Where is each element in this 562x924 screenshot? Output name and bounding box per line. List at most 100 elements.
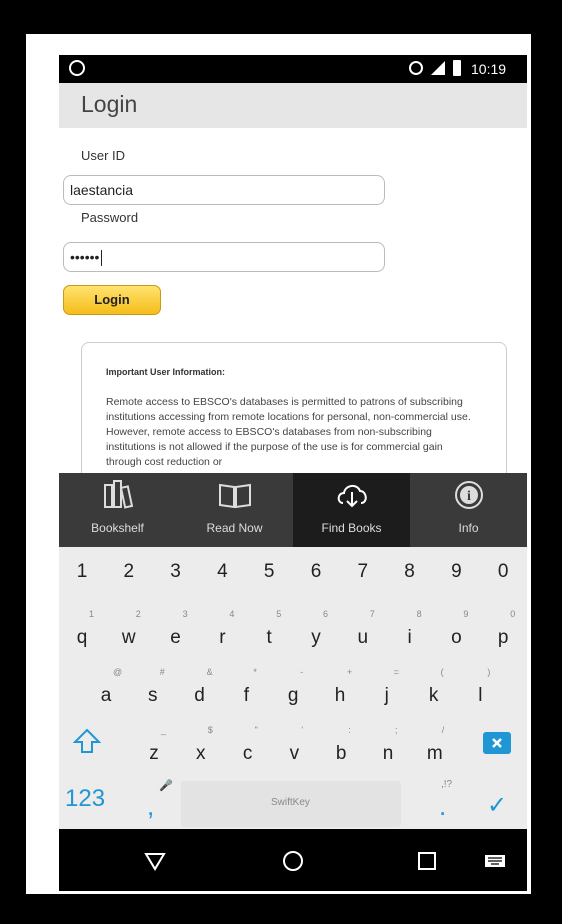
period-key-hint: ,!?: [441, 779, 453, 790]
key-v[interactable]: ' v: [271, 719, 317, 775]
comma-key[interactable]: ,: [147, 791, 154, 822]
key-label: s: [148, 685, 158, 706]
key-label: e: [170, 627, 181, 648]
key-0[interactable]: 0: [480, 547, 526, 603]
key-label: b: [335, 743, 347, 764]
key-hint: &: [206, 667, 213, 677]
key-label: v: [289, 743, 300, 764]
key-t[interactable]: 5t: [246, 603, 292, 659]
key-label: h: [334, 685, 346, 706]
key-i[interactable]: 8i: [387, 603, 433, 659]
key-hint: _: [161, 725, 167, 735]
key-j[interactable]: = j: [364, 661, 410, 717]
tab-read-now[interactable]: Read Now: [176, 473, 293, 547]
signal-icon: [431, 61, 445, 75]
enter-key-icon[interactable]: ✓: [487, 791, 507, 820]
key-s[interactable]: # s: [130, 661, 176, 717]
login-form: User ID laestancia Password •••••• Login…: [59, 128, 527, 512]
key-hint: ': [301, 725, 304, 735]
back-icon[interactable]: [143, 849, 167, 873]
key-b[interactable]: :b: [318, 719, 364, 775]
symbols-key[interactable]: 123: [65, 785, 105, 813]
key-q[interactable]: 1q: [59, 603, 105, 659]
space-bar[interactable]: SwiftKey: [181, 781, 401, 827]
app-title-bar: Login: [59, 83, 527, 128]
key-label: p: [497, 627, 509, 648]
shift-key-icon[interactable]: [73, 727, 101, 755]
key-label: 9: [451, 561, 462, 582]
backspace-key-icon[interactable]: [483, 732, 511, 754]
key-w[interactable]: 2w: [106, 603, 152, 659]
android-nav-bar: [59, 829, 527, 891]
key-x[interactable]: $ x: [178, 719, 224, 775]
key-hint: 5: [276, 609, 282, 619]
tab-bookshelf-label: Bookshelf: [91, 521, 144, 535]
key-hint: 7: [369, 609, 375, 619]
period-key[interactable]: .: [439, 791, 446, 822]
key-u[interactable]: 7u: [340, 603, 386, 659]
key-label: 2: [123, 561, 135, 582]
key-label: 1: [76, 561, 88, 582]
key-2[interactable]: 2: [106, 547, 152, 603]
key-e[interactable]: 3e: [153, 603, 199, 659]
key-label: 6: [310, 561, 322, 582]
key-4[interactable]: 4: [199, 547, 245, 603]
key-hint: /: [441, 725, 445, 735]
open-book-icon: [219, 483, 251, 509]
key-8[interactable]: 8: [387, 547, 433, 603]
key-p[interactable]: 0p: [480, 603, 526, 659]
key-3[interactable]: 3: [153, 547, 199, 603]
key-k[interactable]: (k: [411, 661, 457, 717]
key-hint: 9: [463, 609, 469, 619]
microphone-icon: 🎤: [159, 780, 173, 792]
key-label: u: [357, 627, 369, 648]
key-label: g: [287, 685, 299, 706]
key-label: 8: [404, 561, 415, 582]
key-o[interactable]: 9o: [433, 603, 479, 659]
key-9[interactable]: 9: [433, 547, 479, 603]
key-r[interactable]: 4r: [199, 603, 245, 659]
key-hint: +: [347, 667, 353, 677]
key-c[interactable]: " c: [225, 719, 271, 775]
key-label: m: [426, 743, 443, 764]
key-label: f: [243, 685, 250, 706]
key-hint: ;: [395, 725, 398, 735]
info-icon: i: [455, 481, 483, 509]
tab-info[interactable]: i Info: [410, 473, 527, 547]
keyboard-toggle-icon[interactable]: [483, 849, 507, 873]
key-hint: *: [253, 667, 257, 677]
key-hint: (: [440, 667, 444, 677]
key-d[interactable]: & d: [177, 661, 223, 717]
key-6[interactable]: 6: [293, 547, 339, 603]
swiftkey-brand: SwiftKey: [271, 797, 310, 808]
key-7[interactable]: 7: [340, 547, 386, 603]
key-label: r: [219, 627, 226, 648]
key-y[interactable]: 6y: [293, 603, 339, 659]
recent-apps-icon[interactable]: [415, 849, 439, 873]
key-l[interactable]: ) l: [457, 661, 503, 717]
password-value: ••••••: [70, 249, 100, 265]
password-field[interactable]: ••••••: [63, 242, 385, 272]
key-z[interactable]: _ z: [131, 719, 177, 775]
key-m[interactable]: / m: [412, 719, 458, 775]
user-id-field[interactable]: laestancia: [63, 175, 385, 205]
key-label: 0: [497, 561, 509, 582]
key-label: q: [76, 627, 88, 648]
key-1[interactable]: 1: [59, 547, 105, 603]
key-hint: 3: [182, 609, 188, 619]
key-5[interactable]: 5: [246, 547, 292, 603]
key-hint: 4: [229, 609, 235, 619]
key-f[interactable]: * f: [223, 661, 269, 717]
key-n[interactable]: ; n: [365, 719, 411, 775]
home-icon[interactable]: [281, 849, 305, 873]
login-button[interactable]: Login: [63, 285, 161, 315]
tab-bookshelf[interactable]: Bookshelf: [59, 473, 176, 547]
key-label: 4: [217, 561, 228, 582]
key-g[interactable]: -g: [270, 661, 316, 717]
tab-find-books[interactable]: Find Books: [293, 473, 410, 547]
key-hint: 2: [135, 609, 141, 619]
key-label: d: [194, 685, 205, 706]
tab-read-now-label: Read Now: [206, 521, 263, 535]
key-a[interactable]: @ a: [83, 661, 129, 717]
key-h[interactable]: + h: [317, 661, 363, 717]
